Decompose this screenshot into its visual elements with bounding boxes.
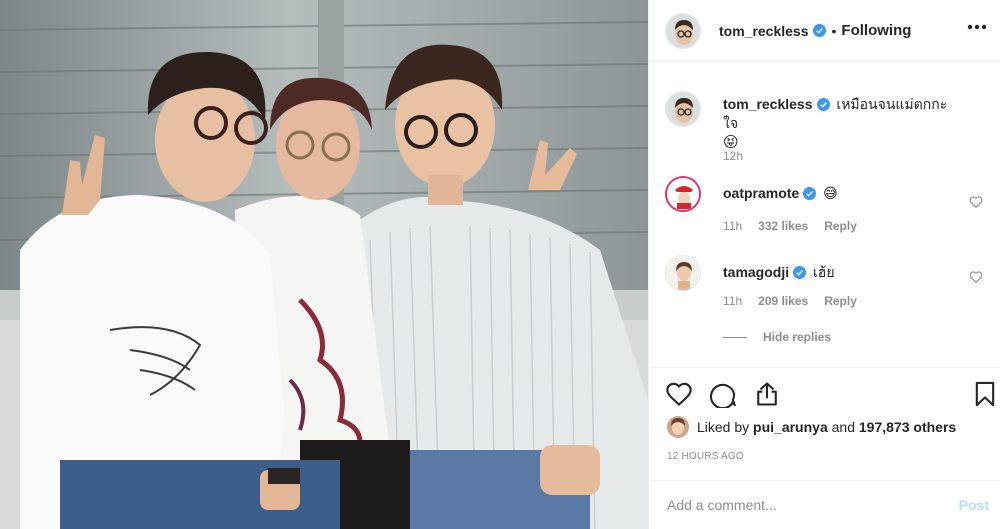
hide-replies-button[interactable]: Hide replies xyxy=(723,330,831,344)
likes-summary: Liked by pui_arunya and 197,873 others xyxy=(667,416,956,438)
post-side-panel: tom_reckless • Following tom_reckless เห… xyxy=(648,0,1000,529)
comment-meta: 11h 209 likes Reply xyxy=(723,294,857,308)
comment-likes[interactable]: 209 likes xyxy=(758,294,808,308)
likes-connector: and xyxy=(831,419,855,435)
post-photo-illustration xyxy=(0,0,648,529)
heart-icon[interactable] xyxy=(665,380,693,408)
comment-avatar[interactable] xyxy=(665,255,701,291)
comment-meta: 12h xyxy=(723,149,743,163)
comment-likes[interactable]: 332 likes xyxy=(758,219,808,233)
post-comment-button[interactable]: Post xyxy=(959,497,989,513)
verified-badge-icon xyxy=(816,98,830,111)
comment-heart-icon[interactable] xyxy=(969,195,983,209)
author-avatar[interactable] xyxy=(665,12,701,49)
more-horizontal-icon[interactable] xyxy=(967,24,987,30)
comment-time: 11h xyxy=(723,294,743,308)
caption-avatar[interactable] xyxy=(665,91,701,127)
comment-body: oatpramote 😅 xyxy=(723,184,961,203)
likes-prefix: Liked by xyxy=(697,419,750,435)
add-comment-bar: Post xyxy=(649,480,1000,529)
likes-others-link[interactable]: 197,873 others xyxy=(859,419,956,435)
comment-heart-icon[interactable] xyxy=(969,270,983,284)
bookmark-icon[interactable] xyxy=(971,380,999,408)
reply-button[interactable]: Reply xyxy=(824,219,857,233)
comments-list[interactable]: tom_reckless เหมือนจนแม่ตกกะใจ 😝 12h oat… xyxy=(649,63,1000,367)
following-button[interactable]: Following xyxy=(841,22,911,39)
comment-time: 12h xyxy=(723,149,744,163)
sweat-smile-emoji-icon: 😅 xyxy=(823,185,838,201)
comment-avatar[interactable] xyxy=(665,176,701,212)
hide-replies-label: Hide replies xyxy=(763,330,832,344)
comment-time: 11h xyxy=(723,219,743,233)
add-comment-input[interactable] xyxy=(667,497,937,513)
liker-username[interactable]: pui_arunya xyxy=(753,419,828,435)
comment-username[interactable]: tamagodji xyxy=(723,264,789,280)
post-header: tom_reckless • Following xyxy=(649,0,1000,62)
comment-username[interactable]: oatpramote xyxy=(723,185,799,201)
comment-text: เฮ้ย xyxy=(813,264,835,280)
verified-badge-icon xyxy=(793,266,807,279)
verified-badge-icon xyxy=(812,24,826,37)
caption-body: tom_reckless เหมือนจนแม่ตกกะใจ 😝 xyxy=(723,95,961,152)
comment-username[interactable]: tom_reckless xyxy=(723,96,813,112)
verified-badge-icon xyxy=(803,187,817,200)
post-photo[interactable] xyxy=(0,0,648,529)
comment-meta: 11h 332 likes Reply xyxy=(723,219,857,233)
hide-replies-divider xyxy=(723,336,747,338)
post-timestamp: 12 HOURS AGO xyxy=(667,451,744,462)
liker-avatar[interactable] xyxy=(667,416,689,438)
comment-icon[interactable] xyxy=(709,380,737,408)
comment-body: tamagodji เฮ้ย xyxy=(723,263,961,282)
share-icon[interactable] xyxy=(753,380,781,408)
author-username[interactable]: tom_reckless xyxy=(719,23,809,39)
reply-button[interactable]: Reply xyxy=(824,294,857,308)
header-separator: • xyxy=(831,22,837,39)
action-bar xyxy=(649,367,1000,419)
